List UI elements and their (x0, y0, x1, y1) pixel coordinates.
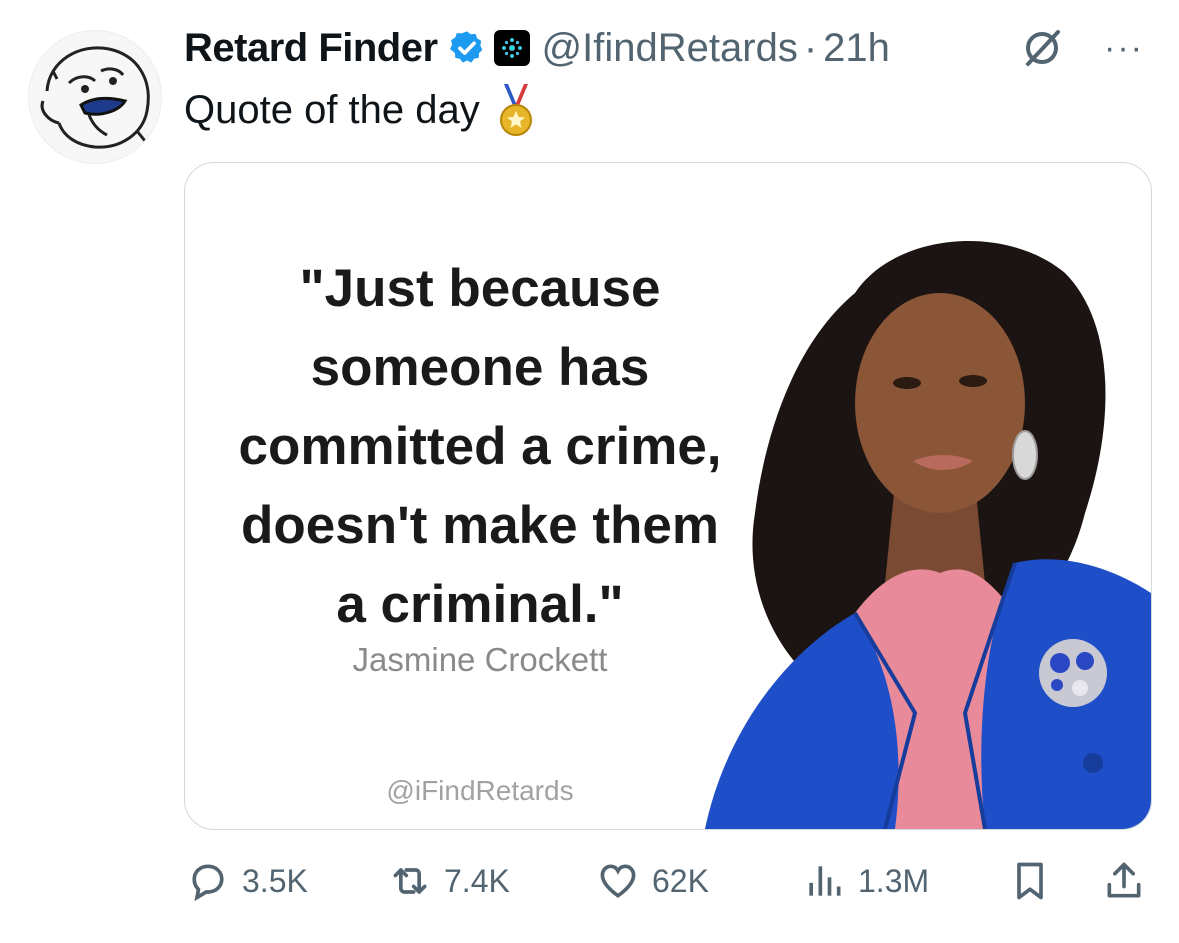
tweet-text: Quote of the day (184, 87, 480, 132)
avatar[interactable] (28, 30, 162, 164)
more-options-icon[interactable]: ··· (1098, 28, 1150, 68)
view-count: 1.3M (858, 862, 930, 899)
tweet-header: Retard Finder @IfindRetards · 21h (184, 22, 890, 74)
reply-button[interactable]: 3.5K (186, 852, 308, 910)
wojak-avatar-icon (40, 46, 150, 149)
verified-badge-icon[interactable] (448, 29, 486, 67)
medal-emoji-icon (499, 84, 532, 136)
bookmark-icon (1017, 862, 1043, 900)
handle[interactable]: @IfindRetards (542, 26, 798, 71)
views-bar-chart-icon (809, 866, 841, 896)
reply-count: 3.5K (242, 862, 308, 899)
tweet-text-row: Quote of the day (184, 82, 536, 138)
timestamp[interactable]: 21h (823, 26, 890, 71)
repost-button[interactable]: 7.4K (388, 852, 510, 910)
bookmark-button[interactable] (1008, 852, 1052, 910)
share-icon (1107, 862, 1141, 898)
views-button[interactable]: 1.3M (802, 852, 929, 910)
portrait-image (705, 240, 1151, 829)
reply-icon (192, 864, 224, 902)
heart-icon (600, 864, 636, 898)
share-button[interactable] (1102, 852, 1146, 910)
repost-count: 7.4K (444, 862, 510, 899)
brooch-icon (1039, 639, 1107, 707)
separator-dot: · (803, 25, 818, 70)
affiliate-badge-icon[interactable] (493, 30, 530, 66)
tweet-actions: 3.5K 7.4K 62K 1.3M (184, 852, 1150, 910)
media-image[interactable]: "Just because someone has committed a cr… (184, 162, 1152, 830)
grok-icon[interactable] (1020, 26, 1064, 70)
like-count: 62K (652, 862, 709, 899)
like-button[interactable]: 62K (596, 852, 709, 910)
repost-icon (393, 868, 427, 894)
display-name[interactable]: Retard Finder (184, 26, 438, 71)
